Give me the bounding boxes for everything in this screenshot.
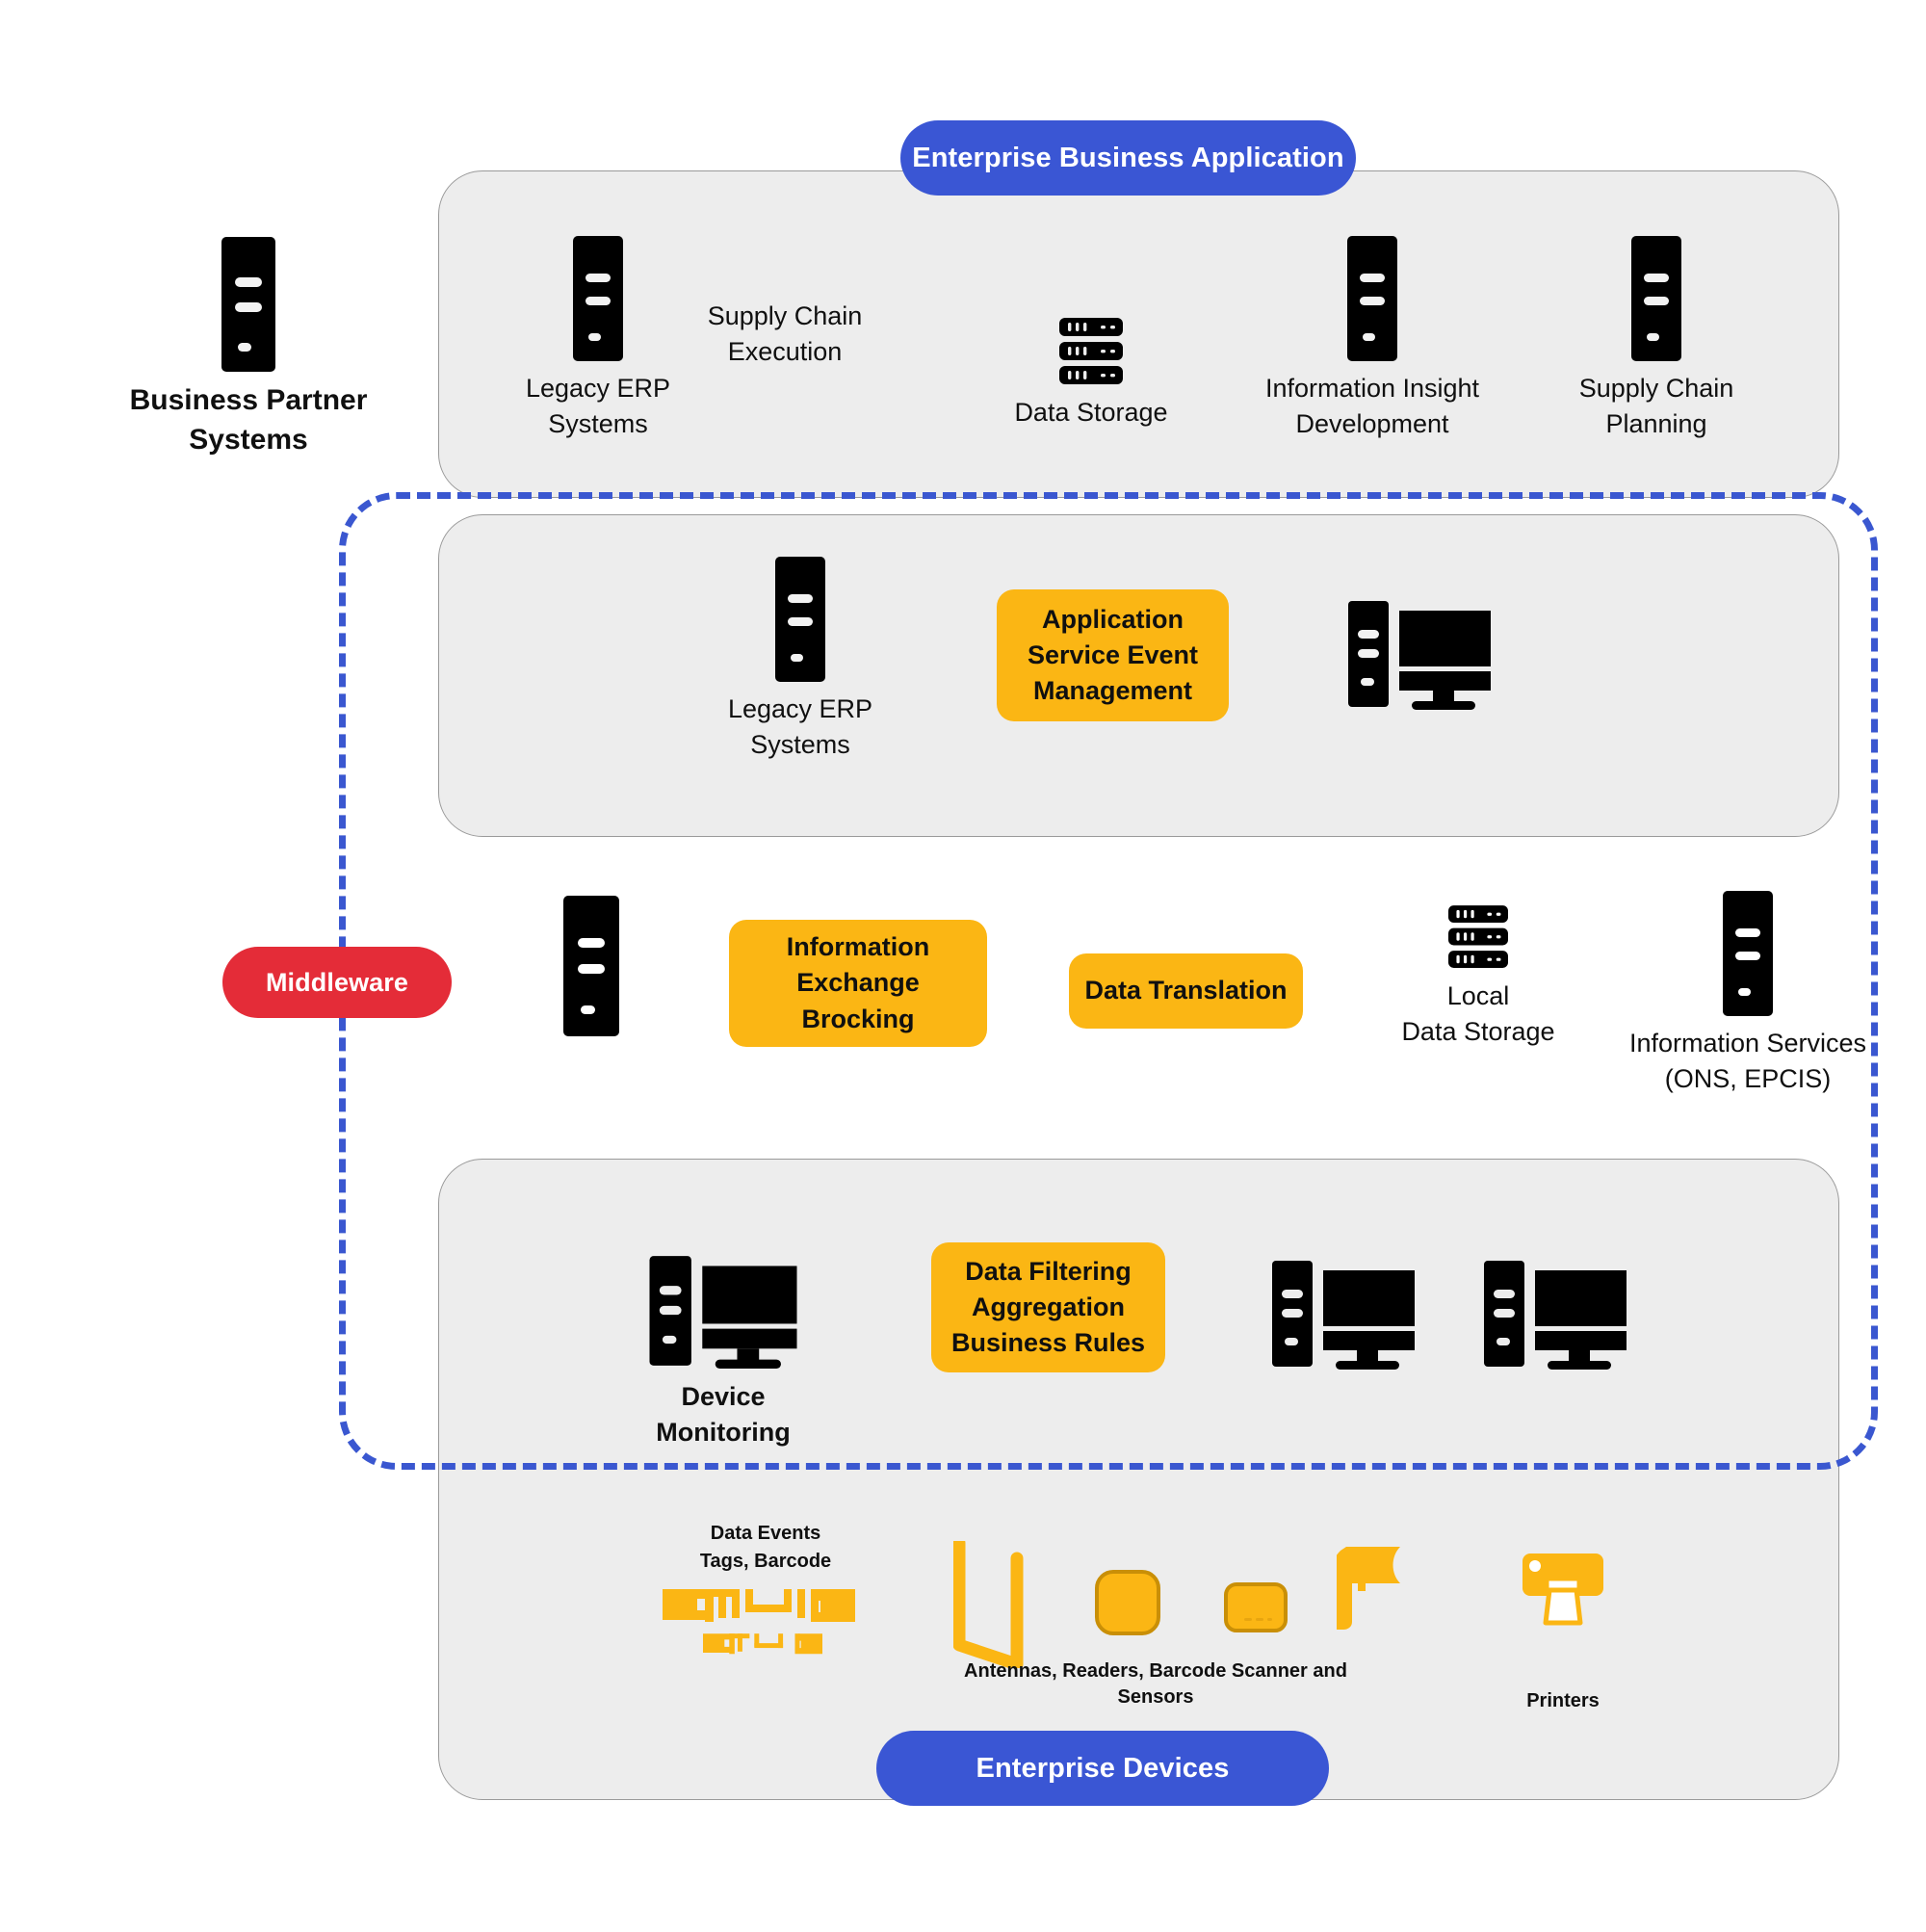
node-middleware-server xyxy=(563,896,619,1036)
node-label: Data Storage xyxy=(1014,398,1168,427)
node-barcode-scanner xyxy=(1337,1543,1412,1633)
box-information-exchange-brocking[interactable]: Information Exchange Brocking xyxy=(729,920,987,1047)
rfid-tag-icon xyxy=(663,1580,855,1666)
server-tower-icon xyxy=(1631,236,1681,361)
server-tower-icon xyxy=(221,237,275,372)
sensor-icon xyxy=(1223,1581,1288,1633)
data-storage-rack-icon xyxy=(1448,905,1508,969)
node-label: Information Services (ONS, EPCIS) xyxy=(1628,1029,1867,1093)
node-rfid-tags xyxy=(663,1580,855,1666)
node-label: Legacy ERP Systems xyxy=(525,374,671,438)
node-label: Legacy ERP Systems xyxy=(727,694,873,759)
badge-enterprise-devices[interactable]: Enterprise Devices xyxy=(876,1731,1329,1806)
box-data-filtering-aggregation-business-rules[interactable]: Data Filtering Aggregation Business Rule… xyxy=(931,1242,1165,1372)
node-label: Supply Chain Planning xyxy=(1578,374,1734,438)
diagram-canvas: Enterprise Business Application Enterpri… xyxy=(0,0,1926,1932)
server-tower-icon xyxy=(1723,891,1773,1016)
node-label: Device Monitoring xyxy=(656,1382,791,1447)
server-tower-icon xyxy=(1347,236,1397,361)
server-tower-icon xyxy=(573,236,623,361)
node-printers: Printers xyxy=(1491,1550,1635,1714)
reader-icon xyxy=(1094,1569,1161,1636)
node-desktop-computer-edge-2 xyxy=(1483,1257,1627,1371)
data-storage-rack-icon xyxy=(1059,318,1123,385)
box-application-service-event-management[interactable]: Application Service Event Management xyxy=(997,589,1229,721)
server-tower-icon xyxy=(775,557,825,682)
desktop-computer-icon xyxy=(645,1252,801,1370)
node-antenna xyxy=(953,1541,1027,1668)
printer-icon xyxy=(1523,1550,1603,1629)
node-sensor xyxy=(1223,1581,1288,1633)
node-desktop-computer-app xyxy=(1348,597,1491,711)
desktop-computer-icon xyxy=(1348,597,1491,711)
node-supply-chain-execution: Supply Chain Execution xyxy=(707,301,863,366)
node-device-monitoring: Device Monitoring xyxy=(612,1252,834,1449)
barcode-scanner-icon xyxy=(1337,1543,1412,1633)
node-local-data-storage: Local Data Storage xyxy=(1372,905,1584,1049)
node-label: Printers xyxy=(1526,1690,1600,1711)
node-information-insight-development: Information Insight Development xyxy=(1242,236,1502,441)
antenna-icon xyxy=(953,1541,1027,1668)
badge-enterprise-business-application[interactable]: Enterprise Business Application xyxy=(900,120,1356,196)
node-information-services: Information Services (ONS, EPCIS) xyxy=(1599,891,1897,1096)
label-antennas-readers-group: Antennas, Readers, Barcode Scanner and S… xyxy=(964,1660,1347,1709)
badge-middleware[interactable]: Middleware xyxy=(222,947,452,1018)
node-reader xyxy=(1094,1569,1161,1636)
node-supply-chain-planning: Supply Chain Planning xyxy=(1546,236,1767,441)
node-label: Local Data Storage xyxy=(1401,981,1555,1046)
node-label: Business Partner Systems xyxy=(129,384,368,456)
node-business-partner-systems: Business Partner Systems xyxy=(128,237,369,460)
box-data-translation[interactable]: Data Translation xyxy=(1069,953,1303,1029)
node-legacy-erp-systems-app: Legacy ERP Systems xyxy=(690,557,911,762)
node-desktop-computer-edge-1 xyxy=(1271,1257,1416,1371)
node-data-storage: Data Storage xyxy=(980,318,1202,431)
desktop-computer-icon xyxy=(1271,1257,1416,1371)
server-tower-icon xyxy=(563,896,619,1036)
label-data-events-tags-barcode: Data Events Tags, Barcode xyxy=(699,1523,832,1572)
desktop-computer-icon xyxy=(1483,1257,1627,1371)
node-label: Information Insight Development xyxy=(1264,374,1480,438)
